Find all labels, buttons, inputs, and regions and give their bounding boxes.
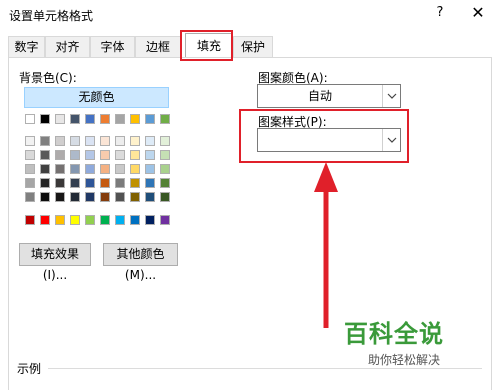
- color-swatch-standard[interactable]: [55, 215, 65, 225]
- color-swatch-shade[interactable]: [160, 150, 170, 160]
- pattern-color-value: 自动: [307, 89, 332, 103]
- color-swatch-shade[interactable]: [100, 192, 110, 202]
- color-swatch-shade[interactable]: [55, 178, 65, 188]
- color-swatch-shade[interactable]: [85, 164, 95, 174]
- color-swatch-standard[interactable]: [25, 215, 35, 225]
- color-swatch-shade[interactable]: [25, 178, 35, 188]
- color-swatch-shade[interactable]: [130, 136, 140, 146]
- sample-divider: [48, 368, 482, 369]
- color-swatch-standard[interactable]: [100, 215, 110, 225]
- color-swatch-shade[interactable]: [160, 136, 170, 146]
- color-swatch-shade[interactable]: [25, 136, 35, 146]
- color-swatch-shade[interactable]: [40, 136, 50, 146]
- color-swatch-standard[interactable]: [70, 215, 80, 225]
- color-swatch-shade[interactable]: [130, 150, 140, 160]
- color-swatch-theme[interactable]: [55, 114, 65, 124]
- highlight-box-pattern-style: [239, 109, 409, 163]
- color-swatch-shade[interactable]: [40, 178, 50, 188]
- color-swatch-shade[interactable]: [70, 164, 80, 174]
- color-swatch-theme[interactable]: [115, 114, 125, 124]
- color-swatch-shade[interactable]: [145, 136, 155, 146]
- tab-alignment[interactable]: 对齐: [45, 36, 90, 58]
- color-swatch-shade[interactable]: [145, 150, 155, 160]
- color-swatch-theme[interactable]: [160, 114, 170, 124]
- color-swatch-shade[interactable]: [130, 192, 140, 202]
- color-swatch-shade[interactable]: [115, 136, 125, 146]
- no-color-button[interactable]: 无颜色: [24, 87, 169, 108]
- highlight-box-fill-tab: [180, 30, 233, 61]
- color-swatch-shade[interactable]: [40, 150, 50, 160]
- color-swatch-theme[interactable]: [40, 114, 50, 124]
- color-swatch-shade[interactable]: [25, 192, 35, 202]
- watermark-logo: 百科全说: [344, 320, 444, 348]
- color-swatch-shade[interactable]: [70, 136, 80, 146]
- color-swatch-shade[interactable]: [40, 192, 50, 202]
- color-swatch-shade[interactable]: [145, 164, 155, 174]
- color-swatch-standard[interactable]: [145, 215, 155, 225]
- color-swatch-shade[interactable]: [100, 150, 110, 160]
- dialog-titlebar: 设置单元格格式 ? ✕: [0, 0, 500, 28]
- color-swatch-standard[interactable]: [115, 215, 125, 225]
- color-swatch-shade[interactable]: [25, 150, 35, 160]
- color-swatch-shade[interactable]: [145, 178, 155, 188]
- help-button[interactable]: ?: [432, 5, 448, 23]
- red-arrow-icon: [314, 162, 338, 328]
- color-swatch-shade[interactable]: [55, 136, 65, 146]
- color-swatch-theme[interactable]: [145, 114, 155, 124]
- color-swatch-shade[interactable]: [160, 192, 170, 202]
- color-swatch-shade[interactable]: [85, 136, 95, 146]
- color-swatch-shade[interactable]: [115, 150, 125, 160]
- fill-effects-button[interactable]: 填充效果(I)...: [19, 243, 91, 282]
- color-swatch-standard[interactable]: [160, 215, 170, 225]
- color-swatch-shade[interactable]: [85, 192, 95, 202]
- color-swatch-shade[interactable]: [85, 178, 95, 188]
- color-swatch-shade[interactable]: [115, 178, 125, 188]
- color-swatch-shade[interactable]: [85, 150, 95, 160]
- color-swatch-shade[interactable]: [70, 150, 80, 160]
- color-swatch-theme[interactable]: [70, 114, 80, 124]
- color-swatch-shade[interactable]: [100, 178, 110, 188]
- color-swatch-shade[interactable]: [40, 164, 50, 174]
- color-swatch-theme[interactable]: [25, 114, 35, 124]
- color-swatch-shade[interactable]: [100, 136, 110, 146]
- color-swatch-shade[interactable]: [70, 178, 80, 188]
- color-swatch-standard[interactable]: [130, 215, 140, 225]
- color-swatch-shade[interactable]: [55, 150, 65, 160]
- color-swatch-shade[interactable]: [130, 164, 140, 174]
- tab-font[interactable]: 字体: [90, 36, 135, 58]
- color-swatch-shade[interactable]: [70, 192, 80, 202]
- color-swatch-shade[interactable]: [115, 164, 125, 174]
- dialog-title: 设置单元格格式: [9, 9, 94, 23]
- color-swatch-shade[interactable]: [100, 164, 110, 174]
- color-swatch-shade[interactable]: [115, 192, 125, 202]
- color-swatch-standard[interactable]: [85, 215, 95, 225]
- sample-label: 示例: [17, 362, 42, 376]
- color-swatch-shade[interactable]: [145, 192, 155, 202]
- tab-number[interactable]: 数字: [8, 36, 45, 58]
- color-swatch-standard[interactable]: [40, 215, 50, 225]
- pattern-color-select[interactable]: 自动: [257, 84, 401, 108]
- chevron-down-icon[interactable]: [382, 85, 400, 107]
- color-swatch-theme[interactable]: [130, 114, 140, 124]
- tab-protection[interactable]: 保护: [233, 36, 273, 58]
- color-swatch-theme[interactable]: [85, 114, 95, 124]
- color-swatch-theme[interactable]: [100, 114, 110, 124]
- close-button[interactable]: ✕: [468, 3, 488, 23]
- background-color-label: 背景色(C):: [19, 71, 77, 85]
- watermark: 百科全说 助你轻松解决: [344, 314, 444, 368]
- color-swatch-shade[interactable]: [25, 164, 35, 174]
- color-swatch-shade[interactable]: [55, 164, 65, 174]
- color-swatch-shade[interactable]: [55, 192, 65, 202]
- watermark-slogan: 助你轻松解决: [368, 353, 441, 367]
- color-swatch-shade[interactable]: [130, 178, 140, 188]
- more-colors-button[interactable]: 其他颜色(M)...: [103, 243, 178, 282]
- color-swatch-shade[interactable]: [160, 178, 170, 188]
- color-swatch-shade[interactable]: [160, 164, 170, 174]
- tab-border[interactable]: 边框: [135, 36, 181, 58]
